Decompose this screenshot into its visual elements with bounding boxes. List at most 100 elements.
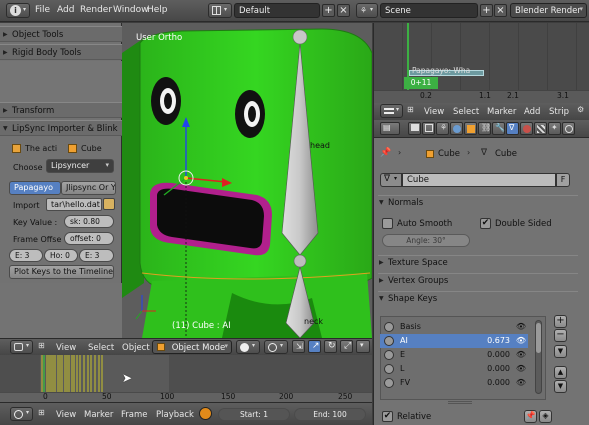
- menu-object[interactable]: Object: [122, 343, 150, 353]
- render-engine-dropdown[interactable]: Blender Render ▾: [510, 3, 587, 18]
- panel-lipsync[interactable]: ▼ LipSync Importer & Blink: [0, 120, 122, 136]
- screen-layout-icon-button[interactable]: ▾: [208, 3, 232, 18]
- easing-in-field[interactable]: E: 3: [9, 249, 43, 262]
- modifiers-tab[interactable]: 🔧: [492, 122, 505, 135]
- plot-keys-button[interactable]: Plot Keys to the Timeline: [9, 265, 114, 279]
- lipsyncer-dropdown[interactable]: Lipsyncer ▾: [46, 159, 114, 173]
- panel-texture-space[interactable]: ▶ Texture Space: [378, 255, 578, 271]
- start-frame-field[interactable]: Start: 1: [218, 408, 290, 421]
- menu-strip[interactable]: Strip: [549, 107, 569, 117]
- menu-marker[interactable]: Marker: [487, 107, 516, 117]
- remove-screen-button[interactable]: ×: [337, 4, 350, 17]
- add-scene-button[interactable]: +: [480, 4, 493, 17]
- menu-view[interactable]: View: [424, 107, 444, 117]
- key-value-field[interactable]: sk: 0.80: [64, 215, 114, 228]
- collapse-menu-icon[interactable]: ⊞: [38, 408, 45, 417]
- import-file-field[interactable]: tar\hello.dat: [46, 198, 102, 211]
- nla-editor[interactable]: Papagayo: Wha 0+11 0.2 1.1 2.1 3.1: [373, 23, 589, 103]
- scale-toggle[interactable]: ⤢: [340, 340, 353, 353]
- panel-rigid-body-tools[interactable]: ▶ Rigid Body Tools: [0, 44, 122, 60]
- editor-type-button[interactable]: ▤: [380, 122, 400, 135]
- 3d-viewport[interactable]: User Ortho head neck (11) Cube : AI: [122, 23, 372, 338]
- hold-field[interactable]: Ho: 0: [44, 249, 78, 262]
- shape-key-value[interactable]: 0.000: [487, 364, 510, 373]
- orientation-dropdown[interactable]: ▾: [356, 340, 370, 353]
- auto-smooth-checkbox[interactable]: [382, 218, 393, 229]
- constraints-tab[interactable]: ⛓: [478, 122, 491, 135]
- angle-field[interactable]: Angle: 30°: [382, 234, 470, 247]
- translate-toggle[interactable]: ↗: [308, 340, 321, 353]
- panel-transform[interactable]: ▶ Transform: [0, 102, 122, 118]
- list-item[interactable]: L 0.000 👁: [380, 362, 528, 376]
- pin-shape-key-button[interactable]: 📌: [524, 410, 537, 423]
- move-shape-key-up-button[interactable]: ▲: [554, 366, 567, 379]
- material-tab[interactable]: [520, 122, 533, 135]
- physics-tab[interactable]: [562, 122, 575, 135]
- shape-key-value[interactable]: 0.000: [487, 378, 510, 387]
- eye-icon[interactable]: 👁: [516, 336, 526, 345]
- list-item[interactable]: AI 0.673 👁: [380, 334, 528, 348]
- editor-type-button[interactable]: i ▾: [6, 3, 30, 18]
- shading-dropdown[interactable]: ▾: [236, 340, 260, 354]
- render-tab[interactable]: [408, 122, 421, 135]
- edit-mode-shape-button[interactable]: ◈: [539, 410, 552, 423]
- filter-icon[interactable]: ⚙: [577, 105, 584, 114]
- list-resize-handle[interactable]: [448, 401, 472, 404]
- remove-scene-button[interactable]: ×: [494, 4, 507, 17]
- render-layers-tab[interactable]: [422, 122, 435, 135]
- manipulator-toggle[interactable]: ⇲: [292, 340, 305, 353]
- collapse-menu-icon[interactable]: ⊞: [407, 105, 414, 114]
- panel-object-tools[interactable]: ▶ Object Tools: [0, 26, 122, 42]
- editor-type-button[interactable]: ▾: [10, 340, 33, 354]
- menu-add[interactable]: Add: [57, 5, 74, 15]
- menu-marker[interactable]: Marker: [84, 410, 113, 420]
- menu-add[interactable]: Add: [524, 107, 540, 117]
- menu-file[interactable]: File: [35, 5, 50, 15]
- mesh-datablock-browse[interactable]: ∇ ▾: [380, 173, 402, 187]
- tab-jlipsync[interactable]: Jlipsync Or Yol: [61, 181, 116, 195]
- menu-view[interactable]: View: [56, 343, 76, 353]
- frame-offset-field[interactable]: offset: 0: [64, 232, 114, 245]
- remove-shape-key-button[interactable]: −: [554, 329, 567, 342]
- shape-key-value[interactable]: 0.000: [487, 350, 510, 359]
- scene-icon-button[interactable]: ⚘ ▾: [356, 3, 378, 18]
- world-tab[interactable]: [450, 122, 463, 135]
- shape-key-value[interactable]: 0.673: [487, 336, 510, 345]
- add-shape-key-button[interactable]: +: [554, 315, 567, 328]
- panel-shape-keys[interactable]: ▼ Shape Keys: [378, 291, 578, 307]
- fake-user-button[interactable]: F: [556, 173, 570, 187]
- scene-dropdown[interactable]: Scene: [380, 3, 478, 18]
- tab-papagayo[interactable]: Papagayo: [9, 181, 61, 195]
- list-scrollbar-thumb[interactable]: [536, 323, 541, 353]
- texture-tab[interactable]: [534, 122, 547, 135]
- end-frame-field[interactable]: End: 100: [294, 408, 366, 421]
- menu-view[interactable]: View: [56, 410, 76, 420]
- list-scrollbar[interactable]: [535, 320, 542, 394]
- data-tab[interactable]: ∇: [506, 122, 519, 135]
- shape-key-specials-button[interactable]: ▼: [554, 345, 567, 358]
- editor-type-button[interactable]: ▾: [380, 104, 403, 118]
- mesh-name-field[interactable]: Cube: [402, 173, 556, 187]
- mode-dropdown[interactable]: Object Mode ▾: [152, 340, 232, 354]
- eye-icon[interactable]: 👁: [516, 322, 526, 331]
- pivot-dropdown[interactable]: ▾: [264, 340, 288, 354]
- menu-render[interactable]: Render: [80, 5, 112, 15]
- eye-icon[interactable]: 👁: [516, 378, 526, 387]
- editor-type-button[interactable]: ▾: [10, 407, 33, 421]
- menu-help[interactable]: Help: [147, 5, 168, 15]
- menu-playback[interactable]: Playback: [156, 410, 194, 420]
- screen-layout-dropdown[interactable]: Default: [234, 3, 320, 18]
- list-item[interactable]: E 0.000 👁: [380, 348, 528, 362]
- panel-vertex-groups[interactable]: ▶ Vertex Groups: [378, 273, 578, 289]
- collapse-menu-icon[interactable]: ⊞: [38, 341, 45, 350]
- eye-icon[interactable]: 👁: [516, 350, 526, 359]
- add-screen-button[interactable]: +: [322, 4, 335, 17]
- menu-window[interactable]: Window: [113, 5, 149, 15]
- record-button[interactable]: [199, 407, 212, 420]
- eye-icon[interactable]: 👁: [516, 364, 526, 373]
- menu-select[interactable]: Select: [453, 107, 479, 117]
- list-item[interactable]: Basis 👁: [380, 320, 528, 334]
- object-tab[interactable]: [464, 122, 477, 135]
- scene-tab[interactable]: ⚘: [436, 122, 449, 135]
- relative-checkbox[interactable]: ✔: [382, 411, 393, 422]
